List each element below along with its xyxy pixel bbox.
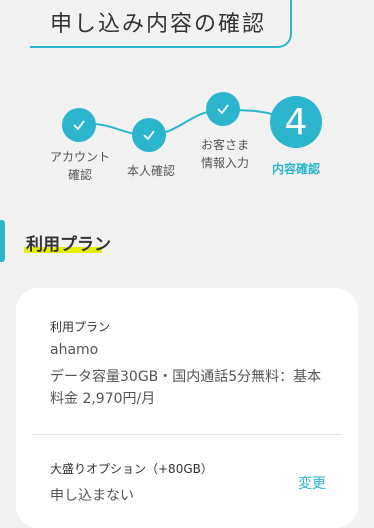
check-icon [217, 104, 229, 115]
step-2-label: 本人確認 [126, 164, 175, 178]
plan-description: データ容量30GB・国内通話5分無料：基本料金 2,970円/月 [50, 369, 322, 407]
step-3-complete [206, 92, 240, 126]
change-option-link[interactable]: 変更 [298, 473, 326, 493]
option-value: 申し込まない [50, 488, 134, 504]
step-1-label: アカウント 確認 [49, 150, 110, 182]
progress-stepper: 4 アカウント 確認 本人確認 お客さま 情報入力 内容確認 [0, 80, 374, 190]
page-title: 申し込み内容の確認 [50, 12, 267, 37]
step-3-label: お客さま 情報入力 [200, 138, 249, 170]
section-title: 利用プラン [26, 235, 111, 255]
step-1-complete [62, 108, 96, 142]
step-2-complete [132, 118, 166, 152]
step-number: 4 [284, 101, 308, 143]
section-accent-bar [0, 220, 5, 262]
option-label: 大盛りオプション（+80GB） [50, 462, 213, 476]
card-divider [32, 434, 342, 435]
step-4-label: 内容確認 [271, 162, 320, 176]
check-icon [143, 130, 155, 141]
check-icon [73, 120, 85, 131]
plan-label: 利用プラン [50, 320, 111, 334]
plan-name: ahamo [50, 342, 99, 358]
step-4-current: 4 [270, 96, 322, 148]
